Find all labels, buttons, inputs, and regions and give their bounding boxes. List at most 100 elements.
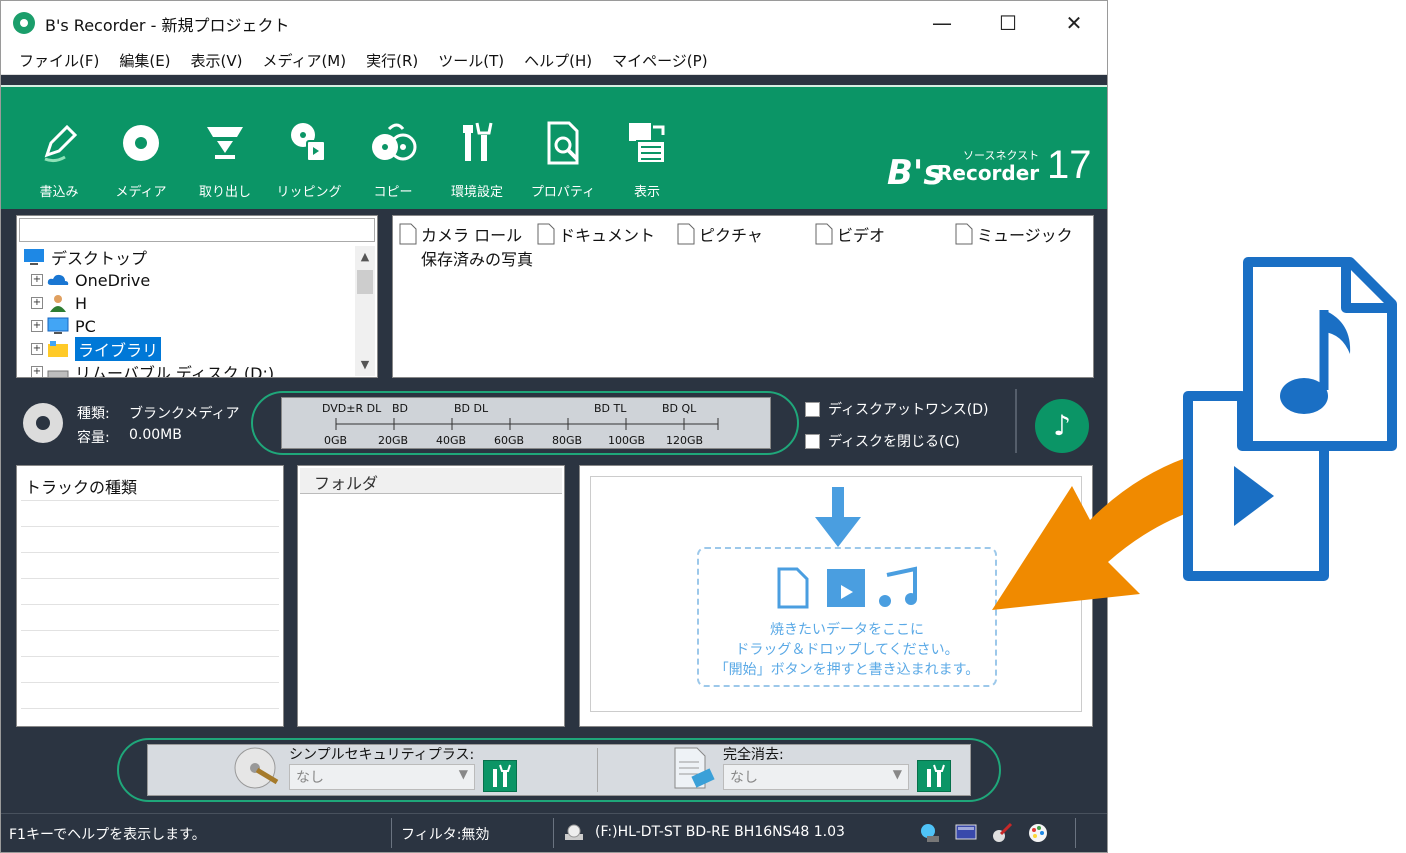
tree-item-pc[interactable]: + PC [31,315,96,337]
library-icon [48,341,68,357]
copy-button[interactable]: コピー [353,109,433,201]
close-button[interactable]: ✕ [1051,7,1097,39]
file-item[interactable]: ドキュメント [537,222,655,246]
row-divider [21,604,279,605]
status-divider [391,818,392,848]
settings-button[interactable]: 環境設定 [437,109,517,201]
expand-icon[interactable]: + [31,366,43,377]
minimize-button[interactable]: — [919,7,965,39]
tools-icon [493,764,511,787]
properties-label: プロパティ [530,185,596,200]
monitor-icon[interactable] [955,822,977,844]
palette-icon[interactable] [1027,822,1049,844]
menu-file[interactable]: ファイル(F) [9,45,109,74]
cloud-icon [47,274,69,285]
eject-button[interactable]: 取り出し [185,109,265,201]
tree-item-onedrive[interactable]: + OneDrive [31,269,150,291]
full-erase-label: 完全消去: [723,747,784,763]
pen-icon [44,124,78,163]
folder-tree: デスクトップ + OneDrive + H + PC + ライブラリ + リムー… [16,215,378,378]
folder-column-header[interactable]: フォルダ [300,468,562,494]
expand-icon[interactable]: + [31,320,43,332]
properties-button[interactable]: プロパティ [523,109,603,201]
file-item[interactable]: ピクチャ [677,222,763,246]
menu-run[interactable]: 実行(R) [356,45,428,74]
expand-icon[interactable]: + [31,274,43,286]
checkbox-box[interactable] [805,401,820,417]
file-item[interactable]: カメラ ロール [399,222,522,246]
menu-help[interactable]: ヘルプ(H) [514,45,602,74]
disc-capacity-label: 容量: [77,430,110,446]
expand-icon[interactable]: + [31,297,43,309]
network-icon[interactable] [919,822,941,844]
simple-security-select[interactable]: なし ▼ [289,764,475,790]
menu-media[interactable]: メディア(M) [253,45,357,74]
scroll-down-icon[interactable]: ▼ [355,358,375,371]
media-button[interactable]: メディア [101,109,181,201]
file-item[interactable]: ビデオ [815,222,885,246]
row-divider [21,656,279,657]
tree-item-library[interactable]: + ライブラリ [31,337,162,361]
ripping-icon [291,123,326,162]
chevron-down-icon: ▼ [892,767,902,781]
write-label: 書込み [39,185,79,200]
tree-item-removable[interactable]: + リムーバブル ディスク (D:) [31,361,275,378]
tools-status-icon[interactable] [991,822,1013,844]
disc-capacity-value: 0.00MB [129,427,182,443]
gauge-bottom-label: 120GB [666,434,704,447]
disc-info-bar: 種類: ブランクメディア 容量: 0.00MB DVD±R DL BD BD D… [1,379,1107,463]
drive-status: (F:)HL-DT-ST BD-RE BH16NS48 1.03 [595,824,845,840]
simple-security-value: なし [296,770,324,786]
user-icon [50,295,66,312]
menu-tools[interactable]: ツール(T) [428,45,514,74]
disc-at-once-checkbox[interactable]: ディスクアットワンス(D) [805,399,988,419]
tree-item-desktop[interactable]: デスクトップ [23,246,147,268]
row-divider [21,552,279,553]
disc-type-value: ブランクメディア [129,406,240,422]
checkbox-label: ディスクアットワンス(D) [828,402,989,418]
full-erase-value: なし [730,770,758,786]
disc-icon [123,125,159,161]
gauge-bottom-label: 0GB [324,434,348,447]
drop-instruction-3: 「開始」ボタンを押すと書き込まれます。 [714,662,980,678]
full-erase-select[interactable]: なし ▼ [723,764,909,790]
tree-item-user[interactable]: + H [31,292,87,314]
close-disc-checkbox[interactable]: ディスクを閉じる(C) [805,431,960,451]
menu-mypage[interactable]: マイページ(P) [602,45,717,74]
menu-view[interactable]: 表示(V) [181,45,253,74]
full-erase-settings-button[interactable] [917,760,951,792]
display-button[interactable]: 表示 [607,109,687,201]
tree-item-label: ライブラリ [75,337,162,361]
secure-disc-icon [234,747,279,789]
maximize-button[interactable]: ☐ [985,7,1031,39]
display-icon [629,123,666,164]
disc-icon [23,403,63,443]
scroll-thumb[interactable] [357,270,373,294]
gauge-bottom-label: 40GB [436,434,467,447]
tree-scrollbar[interactable]: ▲ ▼ [355,246,375,376]
gauge-bottom-label: 20GB [378,434,409,447]
row-divider [21,708,279,709]
capacity-gauge: DVD±R DL BD BD DL BD TL BD QL 0GB 20GB 4… [281,397,771,449]
simple-security-settings-button[interactable] [483,760,517,792]
path-input[interactable] [19,218,375,242]
tools-icon [463,122,493,161]
folder-panel: フォルダ [297,465,565,727]
desktop-icon [24,249,44,265]
tree-item-label: リムーバブル ディスク (D:) [75,364,275,378]
expand-icon[interactable]: + [31,343,43,355]
track-type-header: トラックの種類 [25,478,138,497]
file-item[interactable]: ミュージック [955,222,1073,246]
file-item-label: ミュージック [977,226,1073,245]
write-button[interactable]: 書込み [19,109,99,201]
logo-product: Recorder [937,161,1040,185]
tree-item-label: H [75,293,88,313]
scroll-up-icon[interactable]: ▲ [355,250,375,263]
checkbox-box[interactable] [805,433,820,449]
file-item[interactable]: 保存済みの写真 [421,246,533,270]
gauge-scale [335,418,719,430]
file-item-label: ビデオ [837,226,886,245]
toolbar: 書込み メディア 取り出し リッピング コピー 環境設定 プロパティ 表示 B'… [1,85,1107,209]
ripping-button[interactable]: リッピング [269,109,349,201]
menu-edit[interactable]: 編集(E) [109,45,180,74]
